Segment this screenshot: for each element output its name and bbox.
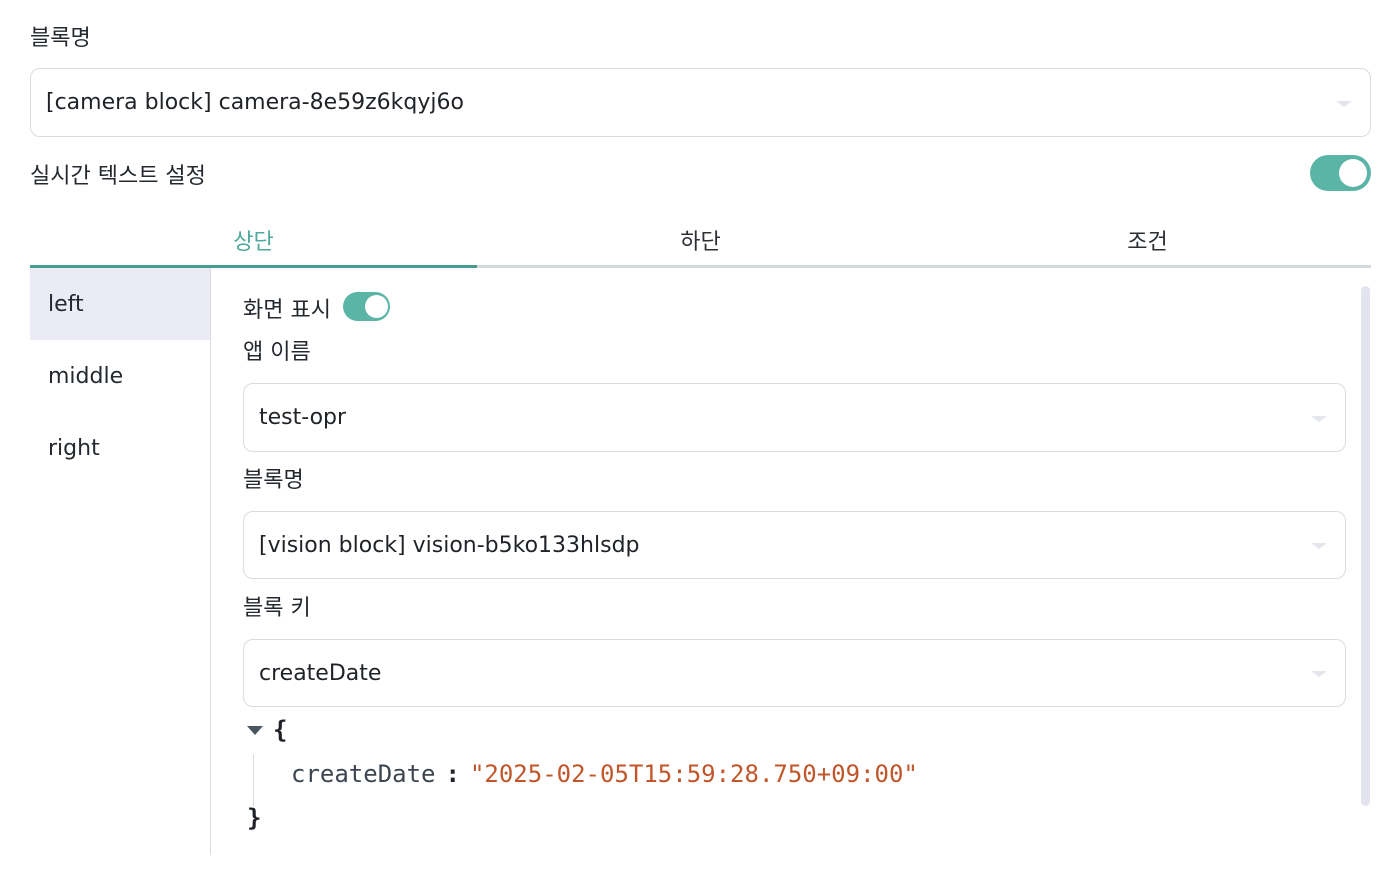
json-preview: { createDate: "2025-02-05T15:59:28.750+09… bbox=[245, 716, 1345, 846]
json-key: createDate bbox=[291, 760, 436, 788]
block-key-select[interactable]: createDate bbox=[243, 639, 1346, 707]
position-sidebar: left middle right bbox=[30, 268, 211, 855]
display-toggle[interactable] bbox=[343, 292, 390, 321]
vision-block-label: 블록명 bbox=[243, 468, 304, 493]
json-colon: : bbox=[445, 760, 460, 788]
app-name-select-value: test-opr bbox=[259, 405, 347, 430]
json-entry: createDate: "2025-02-05T15:59:28.750+09:0… bbox=[291, 760, 918, 788]
json-open-brace: { bbox=[273, 716, 288, 744]
block-name-label: 블록명 bbox=[30, 26, 91, 51]
sidebar-item-right[interactable]: right bbox=[30, 412, 210, 484]
app-name-select[interactable]: test-opr bbox=[243, 383, 1346, 452]
chevron-down-icon bbox=[1311, 415, 1327, 422]
camera-block-select[interactable]: [camera block] camera-8e59z6kqyj6o bbox=[30, 68, 1371, 137]
chevron-down-icon bbox=[1336, 100, 1352, 107]
toggle-knob bbox=[365, 295, 388, 318]
tab-bar: 상단 하단 조건 bbox=[30, 218, 1371, 268]
app-name-label: 앱 이름 bbox=[243, 340, 311, 365]
toggle-knob bbox=[1339, 159, 1367, 187]
realtime-text-label: 실시간 텍스트 설정 bbox=[30, 164, 206, 189]
tab-condition[interactable]: 조건 bbox=[924, 218, 1371, 265]
settings-panel: 블록명 [camera block] camera-8e59z6kqyj6o 실… bbox=[0, 0, 1392, 884]
content-scrollbar[interactable] bbox=[1361, 286, 1370, 806]
tab-top[interactable]: 상단 bbox=[30, 218, 477, 268]
vision-block-select[interactable]: [vision block] vision-b5ko133hlsdp bbox=[243, 511, 1346, 579]
tab-bottom[interactable]: 하단 bbox=[477, 218, 924, 265]
chevron-down-icon bbox=[1311, 671, 1327, 677]
json-close-brace: } bbox=[247, 804, 262, 832]
sidebar-item-left[interactable]: left bbox=[30, 268, 210, 340]
json-indent-guide bbox=[253, 754, 254, 806]
block-key-select-value: createDate bbox=[259, 660, 382, 686]
sidebar-item-middle[interactable]: middle bbox=[30, 340, 210, 412]
display-label: 화면 표시 bbox=[243, 298, 331, 323]
collapse-triangle-icon[interactable] bbox=[247, 726, 263, 735]
vision-block-select-value: [vision block] vision-b5ko133hlsdp bbox=[259, 532, 640, 558]
realtime-text-toggle[interactable] bbox=[1310, 155, 1371, 191]
camera-block-select-value: [camera block] camera-8e59z6kqyj6o bbox=[46, 90, 464, 115]
json-value: "2025-02-05T15:59:28.750+09:00" bbox=[469, 760, 918, 788]
chevron-down-icon bbox=[1311, 543, 1327, 549]
block-key-label: 블록 키 bbox=[243, 596, 311, 621]
